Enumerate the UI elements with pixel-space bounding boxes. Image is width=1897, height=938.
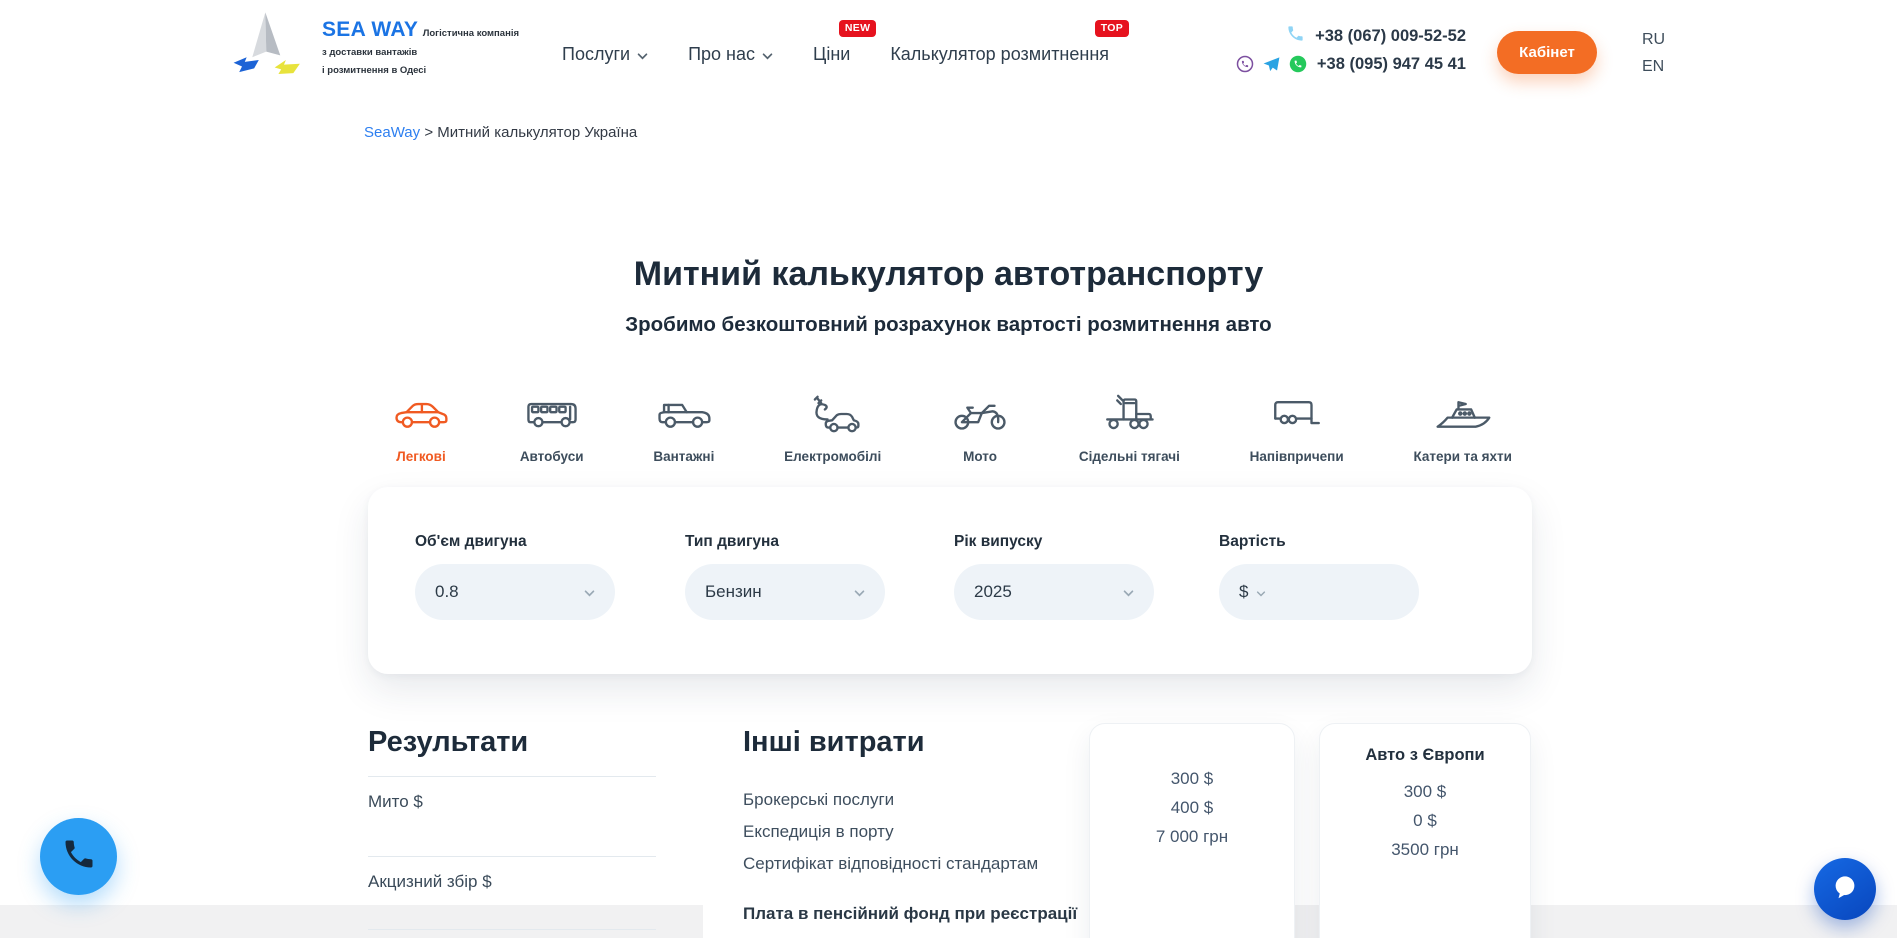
expense-value: 300 $ <box>1320 777 1530 806</box>
tab-semi-trailers[interactable]: Напівпричепи <box>1250 394 1344 464</box>
nav-item-customs-calculator[interactable]: Калькулятор розмитнення TOP <box>890 44 1109 65</box>
messenger-icons <box>1236 55 1307 74</box>
seaway-logo <box>228 8 312 89</box>
year-select[interactable]: 2025 <box>954 564 1154 620</box>
page-title: Митний калькулятор автотранспорту <box>0 255 1897 294</box>
expense-item-broker: Брокерські послуги <box>743 790 894 810</box>
page-subtitle: Зробимо безкоштовний розрахунок вартості… <box>0 313 1897 337</box>
expense-value: 400 $ <box>1090 793 1294 822</box>
expense-item-pension-fund: Плата в пенсійний фонд при реєстрації МР… <box>743 898 1078 938</box>
chevron-down-icon <box>637 44 648 65</box>
engine-type-field: Тип двигуна Бензин <box>685 533 885 620</box>
header-contacts: +38 (067) 009-52-52 <box>1206 22 1466 78</box>
logo-text: SEA WAY Логістична компанія з доставки в… <box>322 8 519 78</box>
semi-tractor-icon <box>1100 394 1158 439</box>
viber-icon[interactable] <box>1236 55 1254 73</box>
tab-electric-cars[interactable]: Електромобілі <box>784 394 881 464</box>
calculator-form-card: Об'єм двигуна 0.8 Тип двигуна Бензин Рік… <box>368 487 1532 674</box>
trailer-icon <box>1268 394 1326 439</box>
europe-car-card: Авто з Європи 300 $ 0 $ 3500 грн <box>1319 723 1531 938</box>
divider <box>368 929 656 930</box>
divider <box>368 776 656 777</box>
engine-volume-label: Об'єм двигуна <box>415 533 615 551</box>
breadcrumb-separator: > <box>424 124 437 141</box>
chevron-down-icon <box>1256 582 1266 602</box>
electric-car-icon <box>804 394 862 439</box>
nav-item-prices[interactable]: Ціни NEW <box>813 44 850 65</box>
main-nav: Послуги Про нас Ціни NEW Калькулятор роз… <box>562 0 1109 108</box>
chevron-down-icon <box>584 582 595 602</box>
lang-ru[interactable]: RU <box>1642 26 1665 53</box>
phone-row-1: +38 (067) 009-52-52 <box>1206 22 1466 50</box>
divider <box>368 856 656 857</box>
chevron-down-icon <box>854 582 865 602</box>
year-field: Рік випуску 2025 <box>954 533 1154 620</box>
tab-cars[interactable]: Легкові <box>392 394 450 464</box>
other-expenses-title: Інші витрати <box>743 726 925 759</box>
bus-icon <box>523 394 581 439</box>
truck-icon <box>655 394 713 439</box>
cost-field: Вартість $ <box>1219 533 1419 620</box>
call-fab-button[interactable] <box>40 818 117 895</box>
tab-buses[interactable]: Автобуси <box>520 394 584 464</box>
engine-type-label: Тип двигуна <box>685 533 885 551</box>
motorcycle-icon <box>951 394 1009 439</box>
yacht-icon <box>1434 394 1492 439</box>
language-switcher: RU EN <box>1642 26 1665 80</box>
chat-fab-button[interactable] <box>1814 858 1876 920</box>
lang-en[interactable]: EN <box>1642 53 1665 80</box>
tab-boats-yachts[interactable]: Катери та яхти <box>1413 394 1512 464</box>
whatsapp-icon[interactable] <box>1289 55 1307 73</box>
europe-card-title: Авто з Європи <box>1320 746 1530 765</box>
tab-semi-tractors[interactable]: Сідельні тягачі <box>1079 394 1180 464</box>
result-row-excise: Акцизний збір $ <box>368 872 492 892</box>
nav-item-services[interactable]: Послуги <box>562 44 648 65</box>
phone-number-1[interactable]: +38 (067) 009-52-52 <box>1315 27 1466 46</box>
cost-label: Вартість <box>1219 533 1419 551</box>
tab-moto[interactable]: Мото <box>951 394 1009 464</box>
phone-icon <box>1286 24 1305 48</box>
chevron-down-icon <box>762 44 773 65</box>
logo-title: SEA WAY <box>322 18 418 41</box>
results-title: Результати <box>368 726 528 759</box>
expense-item-forwarding: Експедиція в порту <box>743 822 894 842</box>
phone-row-2: +38 (095) 947 45 41 <box>1206 50 1466 78</box>
breadcrumb: SeaWay > Митний калькулятор Україна <box>364 124 637 141</box>
chevron-down-icon <box>1123 582 1134 602</box>
engine-volume-field: Об'єм двигуна 0.8 <box>415 533 615 620</box>
car-icon <box>392 394 450 439</box>
cost-input[interactable] <box>1276 582 1399 602</box>
cabinet-button[interactable]: Кабінет <box>1497 31 1597 74</box>
phone-icon <box>61 836 97 877</box>
expenses-values-card: 300 $ 400 $ 7 000 грн <box>1089 723 1295 938</box>
customs-calculator-page: SEA WAY Логістична компанія з доставки в… <box>0 0 1897 938</box>
expense-item-certificate: Сертифікат відповідності стандартам <box>743 854 1038 874</box>
nav-item-about[interactable]: Про нас <box>688 44 773 65</box>
logo-link[interactable]: SEA WAY Логістична компанія з доставки в… <box>228 8 519 89</box>
telegram-icon[interactable] <box>1262 55 1281 74</box>
breadcrumb-home-link[interactable]: SeaWay <box>364 124 420 141</box>
phone-number-2[interactable]: +38 (095) 947 45 41 <box>1317 55 1466 74</box>
expense-value: 300 $ <box>1090 764 1294 793</box>
breadcrumb-current: Митний калькулятор Україна <box>437 124 637 141</box>
expense-value: 0 $ <box>1320 806 1530 835</box>
tab-trucks[interactable]: Вантажні <box>653 394 714 464</box>
cost-input-group: $ <box>1219 564 1419 620</box>
year-label: Рік випуску <box>954 533 1154 551</box>
site-header: SEA WAY Логістична компанія з доставки в… <box>0 0 1897 108</box>
expense-value: 3500 грн <box>1320 835 1530 864</box>
chat-bubble-icon <box>1830 872 1860 907</box>
expense-value: 7 000 грн <box>1090 822 1294 851</box>
engine-volume-select[interactable]: 0.8 <box>415 564 615 620</box>
currency-select[interactable]: $ <box>1239 582 1248 602</box>
result-row-duty: Мито $ <box>368 792 423 812</box>
vehicle-type-tabs: Легкові Автобуси <box>392 394 1512 464</box>
top-badge: TOP <box>1095 20 1129 37</box>
engine-type-select[interactable]: Бензин <box>685 564 885 620</box>
new-badge: NEW <box>839 20 876 37</box>
